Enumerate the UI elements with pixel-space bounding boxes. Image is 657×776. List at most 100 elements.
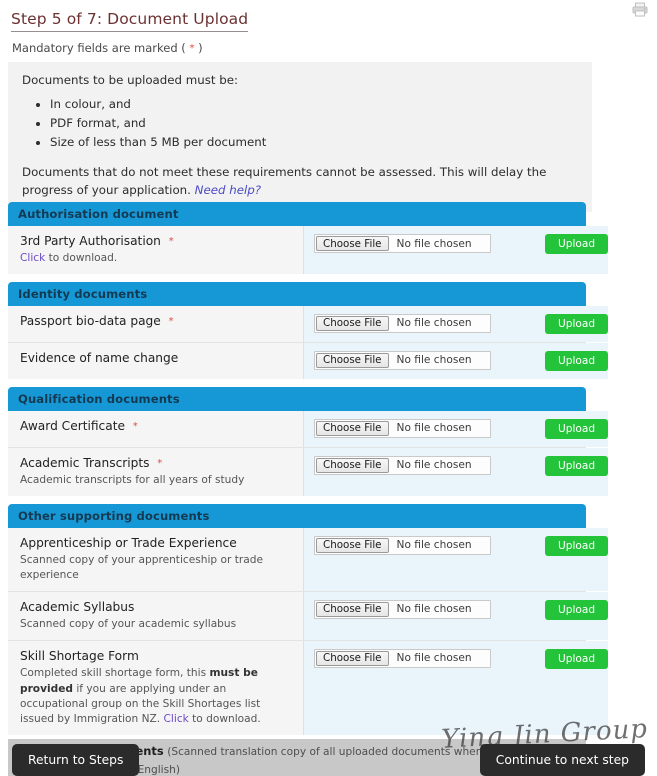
document-section: Other supporting documents Apprenticeship… xyxy=(8,503,609,735)
file-status-text: No file chosen xyxy=(396,539,472,552)
document-sections: Authorisation document 3rd Party Authoris… xyxy=(8,202,609,743)
requirements-intro: Documents to be uploaded must be: xyxy=(22,73,238,87)
return-to-steps-button[interactable]: Return to Steps xyxy=(12,744,140,776)
choose-file-button[interactable]: Choose File xyxy=(316,315,389,331)
need-help-link[interactable]: Need help? xyxy=(195,183,261,197)
document-controls-cell: Choose File No file chosen Upload xyxy=(304,410,609,447)
printer-icon[interactable] xyxy=(632,2,648,17)
document-section: Identity documents Passport bio-data page… xyxy=(8,281,609,379)
document-controls-cell: Choose File No file chosen Upload xyxy=(304,591,609,640)
document-title-text: Academic Syllabus xyxy=(20,599,135,614)
document-title-text: Apprenticeship or Trade Experience xyxy=(20,535,237,550)
list-item: PDF format, and xyxy=(50,115,578,132)
document-controls-cell: Choose File No file chosen Upload xyxy=(304,226,609,274)
document-title: Award Certificate * xyxy=(20,418,293,434)
document-label-cell: Skill Shortage Form Completed skill short… xyxy=(8,640,304,735)
document-controls-cell: Choose File No file chosen Upload xyxy=(304,447,609,496)
document-controls-cell: Choose File No file chosen Upload xyxy=(304,640,609,735)
list-item: Size of less than 5 MB per document xyxy=(50,134,578,151)
file-input[interactable]: Choose File No file chosen xyxy=(314,313,491,333)
document-description: Completed skill shortage form, this must… xyxy=(20,666,293,727)
file-input[interactable]: Choose File No file chosen xyxy=(314,648,491,668)
download-link[interactable]: Click xyxy=(164,713,189,725)
document-title: Academic Transcripts * xyxy=(20,455,293,471)
document-label-cell: Academic Transcripts * Academic transcrip… xyxy=(8,447,304,496)
section-header: Other supporting documents xyxy=(8,503,586,528)
document-controls-cell: Choose File No file chosen Upload xyxy=(304,305,609,342)
document-row: Apprenticeship or Trade Experience Scanne… xyxy=(8,527,609,592)
section-header: Identity documents xyxy=(8,281,586,306)
document-controls-cell: Choose File No file chosen Upload xyxy=(304,342,609,379)
document-label-cell: 3rd Party Authorisation * Click to downlo… xyxy=(8,226,304,274)
file-input[interactable]: Choose File No file chosen xyxy=(314,418,491,438)
file-status-text: No file chosen xyxy=(396,603,472,616)
document-title: Apprenticeship or Trade Experience xyxy=(20,535,293,551)
document-title-text: Evidence of name change xyxy=(20,350,179,365)
file-input[interactable]: Choose File No file chosen xyxy=(314,599,491,619)
file-status-text: No file chosen xyxy=(396,354,472,367)
document-label-cell: Passport bio-data page * xyxy=(8,305,304,342)
description-part: to download. xyxy=(188,713,261,726)
document-title-text: Skill Shortage Form xyxy=(20,648,139,663)
document-description: Scanned copy of your apprenticeship or t… xyxy=(20,554,263,582)
upload-button[interactable]: Upload xyxy=(545,648,609,669)
requirements-note: Documents that do not meet these require… xyxy=(22,164,578,199)
required-asterisk: * xyxy=(168,315,174,327)
document-label-cell: Apprenticeship or Trade Experience Scanne… xyxy=(8,527,304,591)
document-upload-page: Step 5 of 7: Document Upload Mandatory f… xyxy=(0,0,657,776)
document-title-text: Passport bio-data page xyxy=(20,313,161,328)
document-row: 3rd Party Authorisation * Click to downlo… xyxy=(8,226,609,274)
file-status-text: No file chosen xyxy=(396,317,472,330)
choose-file-button[interactable]: Choose File xyxy=(316,601,389,617)
section-header: Qualification documents xyxy=(8,386,586,411)
document-description: Click to download. xyxy=(20,251,293,266)
document-description: Academic transcripts for all years of st… xyxy=(20,474,245,487)
file-input[interactable]: Choose File No file chosen xyxy=(314,234,491,253)
upload-button[interactable]: Upload xyxy=(545,418,609,439)
upload-button[interactable]: Upload xyxy=(545,234,609,254)
required-asterisk: * xyxy=(157,457,163,469)
list-item: In colour, and xyxy=(50,96,578,113)
required-asterisk: * xyxy=(189,43,195,54)
mandatory-note-suffix: ) xyxy=(198,41,203,55)
choose-file-button[interactable]: Choose File xyxy=(316,236,389,251)
document-row: Skill Shortage Form Completed skill short… xyxy=(8,640,609,735)
document-row: Academic Transcripts * Academic transcrip… xyxy=(8,447,609,496)
document-title: Skill Shortage Form xyxy=(20,648,293,664)
choose-file-button[interactable]: Choose File xyxy=(316,537,389,553)
description-part: to download. xyxy=(45,252,118,265)
document-row: Academic Syllabus Scanned copy of your ac… xyxy=(8,591,609,641)
file-status-text: No file chosen xyxy=(396,422,472,435)
document-controls-cell: Choose File No file chosen Upload xyxy=(304,527,609,591)
mandatory-note-prefix: Mandatory fields are marked ( xyxy=(12,41,186,55)
file-input[interactable]: Choose File No file chosen xyxy=(314,535,491,555)
requirements-note-text: Documents that do not meet these require… xyxy=(22,165,547,198)
upload-requirements-box: Documents to be uploaded must be: In col… xyxy=(8,62,592,212)
section-header: Authorisation document xyxy=(8,202,586,226)
choose-file-button[interactable]: Choose File xyxy=(316,420,389,436)
upload-button[interactable]: Upload xyxy=(545,313,609,334)
file-input[interactable]: Choose File No file chosen xyxy=(314,455,491,475)
document-label-cell: Award Certificate * xyxy=(8,410,304,447)
upload-button[interactable]: Upload xyxy=(545,350,609,371)
requirements-list: In colour, and PDF format, and Size of l… xyxy=(22,96,578,151)
choose-file-button[interactable]: Choose File xyxy=(316,650,389,666)
upload-button[interactable]: Upload xyxy=(545,455,609,476)
document-description: Scanned copy of your academic syllabus xyxy=(20,618,237,631)
choose-file-button[interactable]: Choose File xyxy=(316,457,389,473)
continue-to-next-step-button[interactable]: Continue to next step xyxy=(479,744,645,776)
document-title: Evidence of name change xyxy=(20,350,293,366)
download-link[interactable]: Click xyxy=(20,252,45,264)
file-input[interactable]: Choose File No file chosen xyxy=(314,350,491,370)
upload-button[interactable]: Upload xyxy=(545,599,609,620)
required-asterisk: * xyxy=(132,420,138,432)
document-title: 3rd Party Authorisation * xyxy=(20,233,293,249)
upload-button[interactable]: Upload xyxy=(545,535,609,556)
document-title: Passport bio-data page * xyxy=(20,313,293,329)
document-title: Academic Syllabus xyxy=(20,599,293,615)
document-row: Evidence of name change Choose File No fil… xyxy=(8,342,609,379)
file-status-text: No file chosen xyxy=(396,652,472,665)
choose-file-button[interactable]: Choose File xyxy=(316,352,389,368)
file-status-text: No file chosen xyxy=(396,237,472,250)
document-title-text: Award Certificate xyxy=(20,418,125,433)
